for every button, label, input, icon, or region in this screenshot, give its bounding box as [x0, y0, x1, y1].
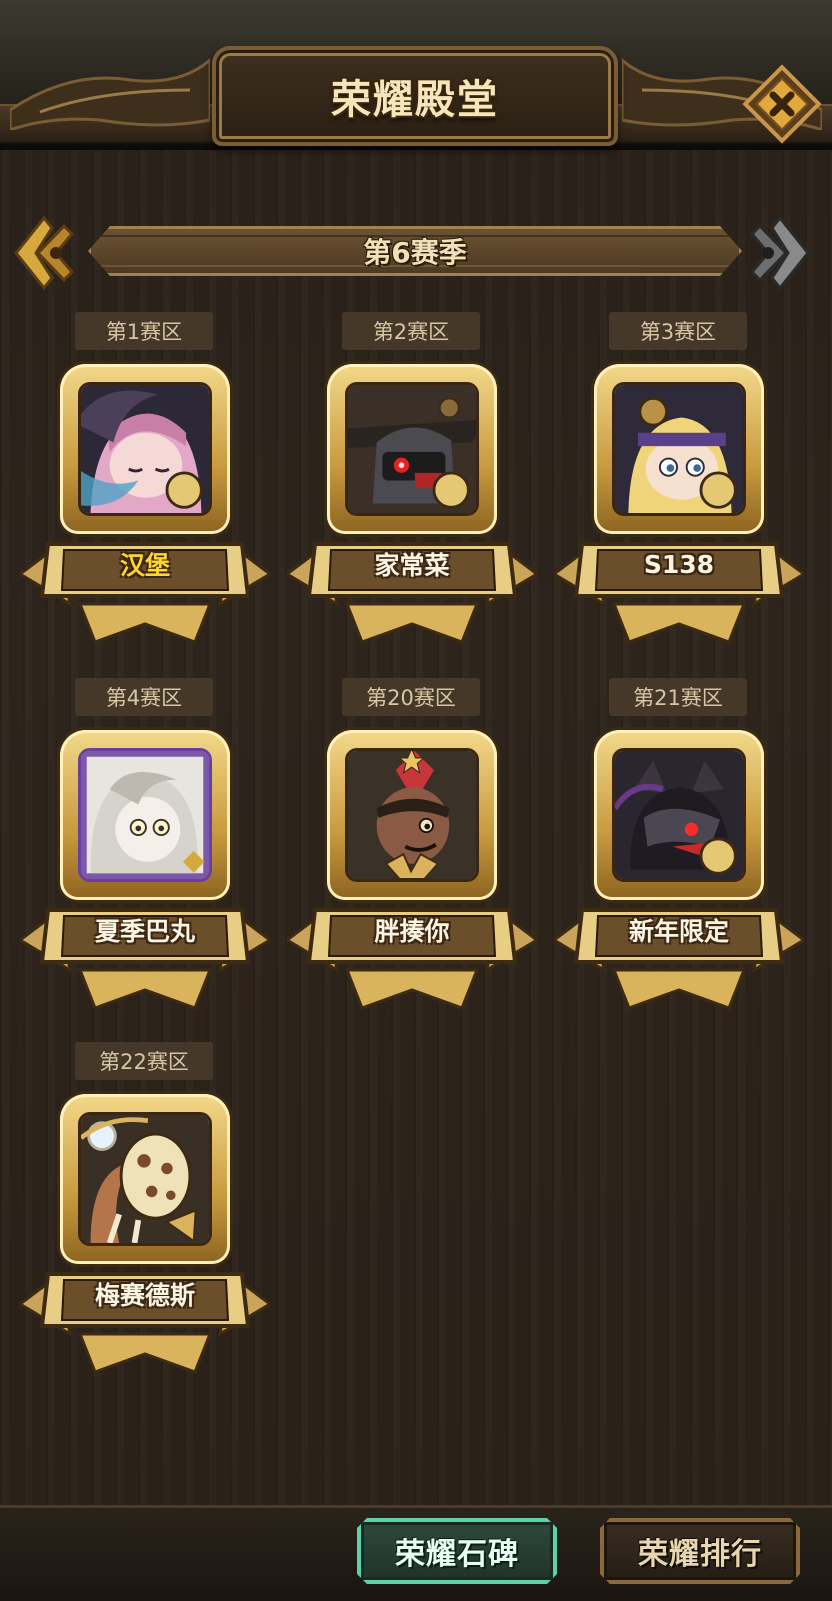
- hall-badge: 胖揍你: [287, 730, 537, 1016]
- player-name: 家常菜: [374, 551, 450, 580]
- title-plate: 荣耀殿堂: [212, 46, 618, 146]
- close-x-icon: [742, 64, 822, 144]
- region-card-1[interactable]: 第1赛区 汉堡: [20, 312, 270, 652]
- blonde-headband-character-portrait: [612, 382, 746, 516]
- portrait-frame: [327, 730, 497, 900]
- honor-stele-button[interactable]: 荣耀石碑: [357, 1518, 557, 1584]
- left-arrow-icon: [14, 215, 75, 291]
- portrait-frame: [327, 364, 497, 534]
- player-name: 汉堡: [119, 551, 170, 580]
- cookie-mask-character-portrait: [78, 1112, 212, 1246]
- region-card-7[interactable]: 第22赛区 梅赛德斯: [20, 1042, 270, 1382]
- portrait-frame: [60, 364, 230, 534]
- white-hair-character-portrait: [78, 748, 212, 882]
- player-name: 胖揍你: [374, 917, 450, 946]
- region-tag: 第1赛区: [75, 312, 213, 350]
- player-name: 新年限定: [628, 917, 729, 946]
- honor-ranking-button[interactable]: 荣耀排行: [600, 1518, 800, 1584]
- close-button[interactable]: [742, 64, 822, 144]
- page-title: 荣耀殿堂: [331, 77, 499, 123]
- left-horn-ornament: [10, 58, 210, 130]
- region-card-6[interactable]: 第21赛区 新年限定: [554, 678, 804, 1018]
- region-card-5[interactable]: 第20赛区 胖揍你: [287, 678, 537, 1018]
- region-tag: 第4赛区: [75, 678, 213, 716]
- region-tag: 第22赛区: [75, 1042, 213, 1080]
- region-tag: 第20赛区: [342, 678, 480, 716]
- region-card-2[interactable]: 第2赛区 家常菜: [287, 312, 537, 652]
- right-arrow-icon: [749, 215, 810, 291]
- prev-season-button[interactable]: [12, 212, 76, 294]
- region-tag: 第21赛区: [609, 678, 747, 716]
- hall-badge: 夏季巴丸: [20, 730, 270, 1016]
- portrait-frame: [60, 730, 230, 900]
- player-name: S138: [643, 549, 715, 579]
- dark-wolf-character-portrait: [612, 748, 746, 882]
- hall-badge: S138: [554, 364, 804, 650]
- next-season-button[interactable]: [748, 212, 812, 294]
- player-name: 夏季巴丸: [94, 917, 195, 946]
- pink-hair-character-portrait: [78, 382, 212, 516]
- portrait-frame: [594, 730, 764, 900]
- hall-badge: 汉堡: [20, 364, 270, 650]
- season-bar: 第6赛季: [88, 226, 742, 276]
- player-name: 梅赛德斯: [94, 1281, 195, 1310]
- region-card-3[interactable]: 第3赛区 S138: [554, 312, 804, 652]
- red-mohawk-character-portrait: [345, 748, 479, 882]
- hall-badge: 家常菜: [287, 364, 537, 650]
- portrait-frame: [60, 1094, 230, 1264]
- region-tag: 第2赛区: [342, 312, 480, 350]
- region-card-4[interactable]: 第4赛区 夏季巴丸: [20, 678, 270, 1018]
- region-tag: 第3赛区: [609, 312, 747, 350]
- portrait-frame: [594, 364, 764, 534]
- dark-knight-red-eye-portrait: [345, 382, 479, 516]
- hall-badge: 梅赛德斯: [20, 1094, 270, 1380]
- hall-badge: 新年限定: [554, 730, 804, 1016]
- season-label: 第6赛季: [363, 236, 467, 269]
